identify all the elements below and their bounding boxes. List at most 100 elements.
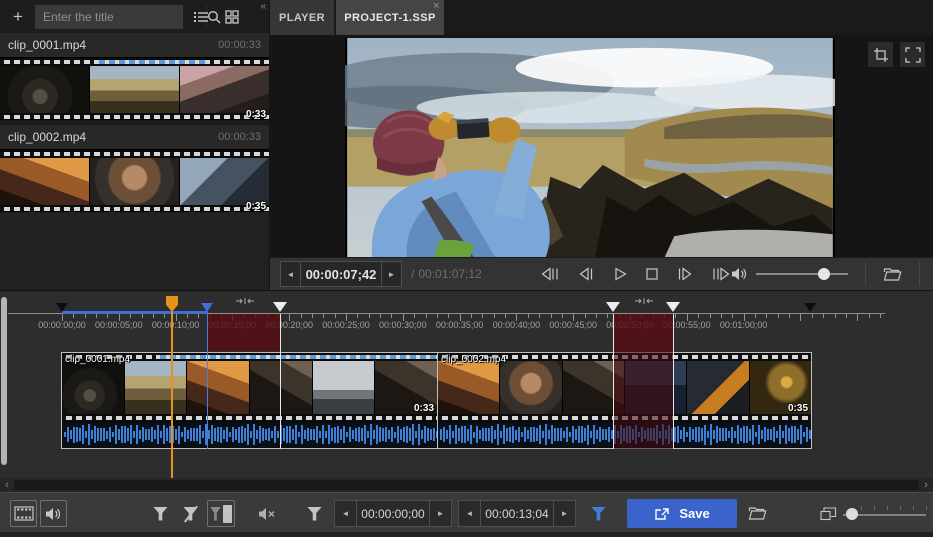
zoom-slider-thumb[interactable] — [846, 508, 858, 520]
volume-slider[interactable] — [756, 267, 848, 281]
clip-name: clip_0001.mp4 — [8, 38, 86, 52]
ruler-tick — [823, 314, 824, 318]
tab-project[interactable]: PROJECT-1.SSP × — [336, 0, 444, 35]
trim-marker-line — [280, 314, 281, 449]
ruler-tick — [573, 314, 574, 321]
marker-funnel-icon — [210, 507, 221, 521]
start-marker[interactable] — [56, 303, 68, 312]
ruler-label: 00:01:00;00 — [720, 320, 768, 330]
trim-marker[interactable] — [666, 302, 680, 312]
current-timecode[interactable]: 00:00:07;42 — [300, 262, 382, 286]
add-media-button[interactable]: + — [6, 5, 30, 29]
list-view-button[interactable] — [188, 5, 214, 29]
crop-button[interactable] — [868, 42, 893, 67]
clip-name: clip_0002.mp4 — [8, 130, 86, 144]
library-filmstrip[interactable]: 0:33 — [0, 57, 269, 120]
speaker-icon — [45, 507, 62, 521]
timeline-clip[interactable]: clip_0001.mp4 0:33 — [61, 352, 438, 449]
scroll-left-arrow[interactable]: ‹ — [1, 478, 13, 492]
range-end-marker[interactable] — [201, 303, 213, 312]
ruler-tick — [85, 314, 86, 318]
ruler-tick — [107, 314, 108, 318]
stop-button[interactable] — [645, 267, 659, 281]
list-view-icon — [193, 11, 209, 23]
open-folder-button[interactable] — [883, 267, 902, 282]
play-button[interactable] — [612, 267, 628, 281]
audio-track-toggle-button[interactable] — [40, 500, 67, 527]
range-start-back-button[interactable]: ◄ — [335, 501, 356, 526]
previous-clip-button[interactable] — [540, 267, 560, 281]
range-start-forward-button[interactable]: ► — [430, 501, 451, 526]
ruler-tick — [301, 314, 302, 318]
title-search-input[interactable] — [35, 5, 206, 29]
timeline-clip-label: clip_0002.mp4 — [441, 354, 506, 365]
trim-in-out-icon — [236, 292, 254, 310]
collapse-panel-button[interactable]: « — [260, 1, 266, 12]
mute-button[interactable] — [253, 500, 280, 527]
volume-track[interactable] — [756, 273, 848, 275]
time-step-back-button[interactable]: ◄ — [281, 262, 300, 286]
previous-frame-button[interactable] — [577, 267, 595, 281]
scroll-right-arrow[interactable]: › — [920, 478, 932, 492]
ruler-tick — [857, 314, 858, 321]
volume-icon — [731, 267, 748, 281]
end-marker[interactable] — [804, 303, 816, 312]
marker-filter-button[interactable] — [301, 500, 328, 527]
library-toolbar: + « — [0, 0, 269, 33]
tab-player[interactable]: PLAYER — [270, 0, 334, 35]
ruler-tick — [596, 314, 597, 318]
clip-thumbnail — [500, 361, 561, 414]
duration-value: 00:01:07;12 — [418, 267, 481, 281]
range-end-forward-button[interactable]: ► — [554, 501, 575, 526]
save-button-label: Save — [679, 506, 709, 521]
active-marker-button[interactable] — [585, 500, 612, 527]
remove-marker-button[interactable] — [177, 500, 204, 527]
volume-thumb[interactable] — [818, 268, 830, 280]
timeline-vertical-scrollbar[interactable] — [1, 297, 7, 465]
add-marker-button[interactable] — [147, 500, 174, 527]
ruler-tick — [414, 314, 415, 318]
range-end-back-button[interactable]: ◄ — [459, 501, 480, 526]
video-track-toggle-button[interactable] — [10, 500, 37, 527]
ruler-tick — [789, 314, 790, 318]
cut-region-overlay — [613, 351, 673, 449]
ruler-tick — [744, 314, 745, 321]
library-clip-row[interactable]: clip_0002.mp4 00:00:33 — [0, 125, 269, 149]
playhead-marker[interactable] — [166, 296, 178, 312]
output-folder-button[interactable] — [742, 500, 772, 527]
grid-view-button[interactable] — [219, 5, 245, 29]
time-step-forward-button[interactable]: ► — [382, 262, 401, 286]
ruler-tick — [869, 314, 870, 318]
scroll-track[interactable] — [14, 480, 919, 490]
ruler-tick — [812, 314, 813, 318]
clip-thumbnail — [90, 158, 179, 205]
close-tab-icon[interactable]: × — [433, 0, 440, 12]
range-end-timecode[interactable]: 00:00:13;04 — [480, 501, 554, 526]
ruler-tick — [62, 314, 63, 321]
clip-thumbnail — [0, 66, 89, 113]
ruler-tick — [176, 314, 177, 321]
timeline-clip-duration: 0:33 — [414, 403, 434, 414]
library-filmstrip[interactable]: 0:35 — [0, 149, 269, 212]
trim-marker[interactable] — [606, 302, 620, 312]
previous-frame-icon — [577, 267, 595, 281]
app-window: + « clip_0001.mp4 00:00:33 — [0, 0, 933, 537]
playhead-line[interactable] — [171, 297, 173, 478]
ruler-tick — [562, 314, 563, 318]
range-start-timecode[interactable]: 00:00:00;00 — [356, 501, 430, 526]
trim-marker[interactable] — [273, 302, 287, 312]
timeline-horizontal-scrollbar[interactable]: ‹ › — [0, 478, 933, 492]
timeline-panel: 00:00:00;0000:00:05;0000:00:10;0000:00:1… — [0, 290, 933, 478]
window-bottom-edge — [0, 532, 933, 537]
ruler-tick — [471, 314, 472, 318]
ruler-tick — [505, 314, 506, 318]
next-frame-button[interactable] — [676, 267, 694, 281]
next-clip-button[interactable] — [711, 267, 731, 281]
library-clip-row[interactable]: clip_0001.mp4 00:00:33 — [0, 33, 269, 57]
clip-thumbnail — [125, 361, 187, 414]
ruler-tick — [528, 314, 529, 318]
marker-panel-button[interactable] — [207, 500, 235, 527]
player-panel: PLAYER PROJECT-1.SSP × — [270, 0, 933, 290]
fullscreen-button[interactable] — [900, 42, 925, 67]
save-button[interactable]: Save — [627, 499, 737, 528]
